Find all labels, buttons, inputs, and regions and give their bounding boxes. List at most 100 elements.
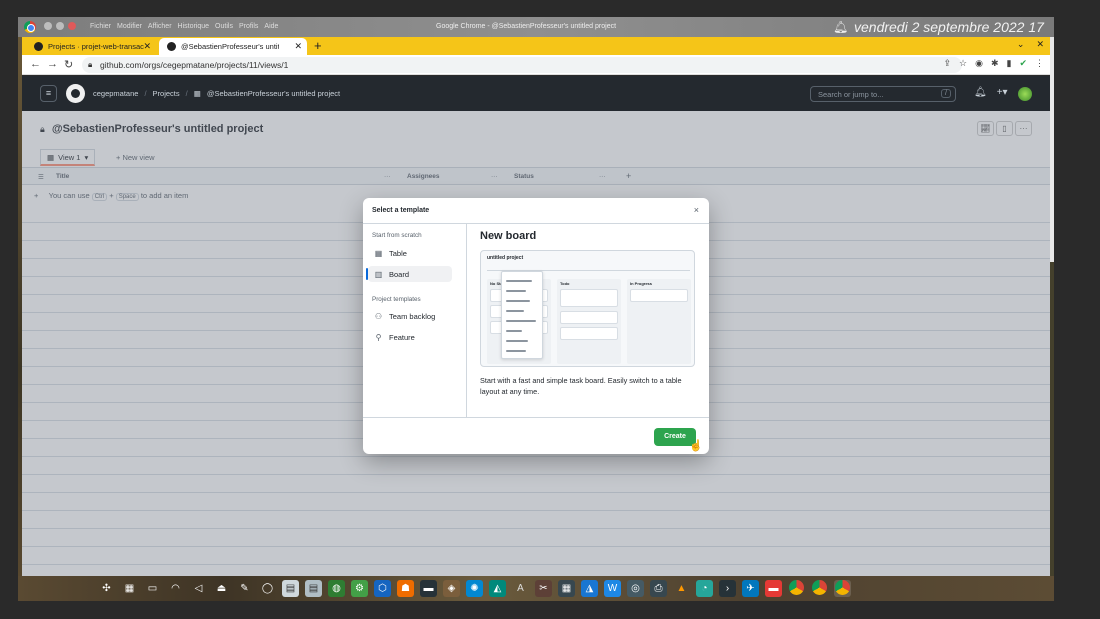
screen: Fichier Modifier Afficher Historique Out…: [0, 0, 1100, 619]
avatar[interactable]: [1017, 87, 1032, 101]
hamburger-menu-icon[interactable]: ≡: [40, 85, 57, 102]
url-field[interactable]: 🔒︎ github.com/orgs/cegepmatane/projects/…: [82, 57, 962, 73]
menu-fichier[interactable]: Fichier: [90, 23, 111, 30]
window-title: Google Chrome - @SebastienProfesseur's u…: [436, 23, 617, 30]
search-input[interactable]: Search or jump to... /: [810, 86, 956, 102]
tab-close-icon[interactable]: ✕: [294, 41, 302, 52]
chrome-icon-active[interactable]: [834, 580, 851, 597]
template-item-label: Feature: [389, 332, 415, 342]
lock-icon[interactable]: 🔒︎: [88, 60, 92, 70]
minimize-dot[interactable]: [44, 22, 52, 30]
tab-close-icon[interactable]: ✕: [143, 41, 151, 52]
close-window-icon[interactable]: ✕: [1036, 39, 1044, 50]
calculator-icon[interactable]: ▦: [558, 580, 575, 597]
forward-arrow-icon[interactable]: →: [47, 58, 58, 70]
star-icon[interactable]: ☆: [959, 58, 967, 69]
new-tab-button[interactable]: +: [314, 38, 322, 53]
app-icon[interactable]: ◔: [696, 580, 713, 597]
app-icon[interactable]: ✂: [535, 580, 552, 597]
apps-grid-icon[interactable]: ▦: [121, 580, 138, 597]
preview-column: In Progress: [627, 279, 691, 364]
dialog-title: Select a template: [372, 207, 430, 214]
template-item-board[interactable]: ▥ Board: [366, 266, 452, 282]
back-arrow-icon[interactable]: ←: [30, 58, 41, 70]
app-icon[interactable]: ◮: [581, 580, 598, 597]
breadcrumb-project[interactable]: @SebastienProfesseur's untitled project: [207, 89, 340, 98]
browser-tab-projects[interactable]: Projects · projet-web-transac ✕: [26, 38, 156, 55]
preview-column: Todo: [557, 279, 621, 364]
breadcrumb-org[interactable]: cegepmatane: [93, 89, 138, 98]
template-item-label: Table: [389, 248, 407, 258]
taskbar-icons: ✣ ▦ ▭ ◠ ◁ ⏏ ✎ ◯ ▤ ▤ ◍ ⚙ ⬡ ☗ ▬ ◈ ✺ ◭ A ✂ …: [98, 580, 851, 597]
launcher-icon[interactable]: ✣: [98, 580, 115, 597]
globe-icon[interactable]: ◍: [328, 580, 345, 597]
pen-icon[interactable]: ✎: [236, 580, 253, 597]
tab-label: @SebastienProfesseur's untit: [181, 42, 279, 51]
font-icon[interactable]: A: [512, 580, 529, 597]
app-menu: Fichier Modifier Afficher Historique Out…: [90, 23, 278, 30]
camera-extension-icon[interactable]: ◉: [975, 58, 983, 69]
preview-menu-line: [506, 350, 526, 352]
eject-icon[interactable]: ⏏: [213, 580, 230, 597]
template-sidebar: Start from scratch ▦ Table ▥ Board Proje…: [363, 224, 467, 417]
wifi-icon[interactable]: ◠: [167, 580, 184, 597]
app-icon[interactable]: ⬡: [374, 580, 391, 597]
breadcrumb-projects[interactable]: Projects: [153, 89, 180, 98]
browser-tab-project-active[interactable]: @SebastienProfesseur's untit ✕: [159, 38, 307, 55]
terminal-icon[interactable]: ▬: [420, 580, 437, 597]
printer-icon[interactable]: ⎙: [650, 580, 667, 597]
share-icon[interactable]: ⇪: [943, 58, 951, 69]
notes-icon[interactable]: ▤: [305, 580, 322, 597]
github-logo-icon[interactable]: [66, 84, 85, 103]
template-item-team-backlog[interactable]: ⚇ Team backlog: [368, 308, 452, 324]
preview-column-title: In Progress: [630, 281, 653, 286]
menu-modifier[interactable]: Modifier: [117, 23, 142, 30]
menu-historique[interactable]: Historique: [178, 23, 210, 30]
kebab-menu-icon[interactable]: ⋮: [1035, 58, 1044, 69]
sidebar-toggle-icon[interactable]: ▮: [1007, 58, 1012, 69]
section-project-templates: Project templates: [372, 296, 421, 303]
check-extension-icon[interactable]: ✔: [1019, 58, 1027, 69]
chrome-icon[interactable]: [788, 580, 805, 597]
preview-column-title: Todo: [560, 281, 570, 286]
app-icon[interactable]: ▬: [765, 580, 782, 597]
chevron-down-icon[interactable]: ⌄: [1017, 39, 1025, 50]
close-icon[interactable]: ×: [694, 205, 699, 215]
puzzle-extension-icon[interactable]: ✱: [991, 58, 999, 69]
create-plus-icon[interactable]: +▾: [997, 87, 1008, 101]
menu-afficher[interactable]: Afficher: [148, 23, 172, 30]
terminal-icon[interactable]: ›: [719, 580, 736, 597]
photos-icon[interactable]: ◭: [489, 580, 506, 597]
app-icon[interactable]: ◎: [627, 580, 644, 597]
word-icon[interactable]: W: [604, 580, 621, 597]
preview-card: [560, 289, 618, 307]
search-shortcut-key: /: [941, 89, 951, 98]
app-icon[interactable]: ◈: [443, 580, 460, 597]
vlc-icon[interactable]: ▲: [673, 580, 690, 597]
desktop-icon[interactable]: ▭: [144, 580, 161, 597]
tab-label: Projects · projet-web-transac: [48, 42, 144, 51]
close-dot[interactable]: [68, 22, 76, 30]
app-icon[interactable]: ✈: [742, 580, 759, 597]
reload-icon[interactable]: ↻: [64, 58, 73, 71]
menu-outils[interactable]: Outils: [215, 23, 233, 30]
table-icon: ▦: [374, 248, 383, 258]
template-item-table[interactable]: ▦ Table: [368, 245, 452, 261]
maximize-dot[interactable]: [56, 22, 64, 30]
files-icon[interactable]: ▤: [282, 580, 299, 597]
chrome-icon[interactable]: [811, 580, 828, 597]
notification-bell-icon[interactable]: 🔔︎: [833, 20, 848, 34]
preview-menu-line: [506, 330, 522, 332]
notification-bell-icon[interactable]: 🔔︎: [974, 87, 987, 101]
app-icon[interactable]: ☗: [397, 580, 414, 597]
search-icon[interactable]: ◯: [259, 580, 276, 597]
app-icon[interactable]: ✺: [466, 580, 483, 597]
template-item-feature[interactable]: ⚲ Feature: [368, 329, 452, 345]
preview-menu-line: [506, 290, 526, 292]
menu-aide[interactable]: Aide: [264, 23, 278, 30]
window-controls: [44, 22, 76, 30]
menu-profils[interactable]: Profils: [239, 23, 258, 30]
preview-project-title: untitled project: [487, 255, 524, 261]
app-icon[interactable]: ⚙: [351, 580, 368, 597]
volume-icon[interactable]: ◁: [190, 580, 207, 597]
